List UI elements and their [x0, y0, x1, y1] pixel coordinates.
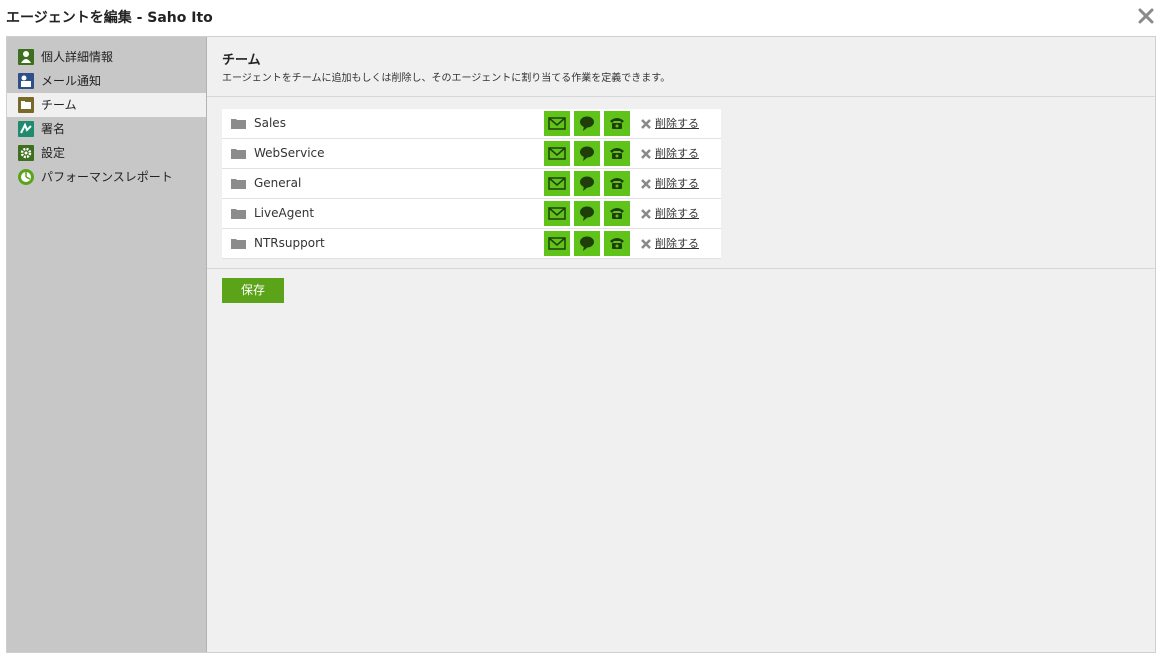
sidebar-item-team[interactable]: チーム	[7, 93, 206, 117]
chat-icon	[580, 116, 594, 131]
chat-channel-button[interactable]	[574, 231, 600, 256]
phone-icon	[610, 148, 624, 159]
phone-icon	[610, 208, 624, 219]
team-row: Sales 削除する	[222, 109, 721, 139]
email-icon	[548, 117, 566, 130]
performance-icon	[18, 169, 34, 185]
team-name: WebService	[254, 146, 325, 160]
phone-channel-button[interactable]	[604, 201, 630, 226]
phone-channel-button[interactable]	[604, 111, 630, 136]
gear-icon	[18, 145, 34, 161]
folder-icon	[231, 179, 246, 189]
phone-icon	[610, 238, 624, 249]
chat-icon	[580, 206, 594, 221]
delete-x-icon	[641, 209, 651, 219]
title-bar: エージェントを編集 - Saho Ito	[0, 0, 1161, 36]
sidebar-item-performance-report[interactable]: パフォーマンスレポート	[7, 165, 206, 189]
window-title: エージェントを編集 - Saho Ito	[6, 10, 213, 26]
chat-channel-button[interactable]	[574, 141, 600, 166]
email-channel-button[interactable]	[544, 201, 570, 226]
sidebar-nav: 個人詳細情報 メール通知 チーム 署名 設定 パフォーマンスレポート	[7, 37, 206, 189]
team-row: NTRsupport 削除する	[222, 229, 721, 259]
divider	[207, 268, 1155, 269]
email-icon	[548, 177, 566, 190]
team-folder-icon	[18, 97, 34, 113]
remove-team-link[interactable]: 削除する	[655, 109, 699, 138]
sidebar-item-label: チーム	[41, 98, 77, 112]
save-button[interactable]: 保存	[222, 278, 284, 303]
team-row: General 削除する	[222, 169, 721, 199]
delete-x-icon	[641, 119, 651, 129]
chat-icon	[580, 236, 594, 251]
remove-team-link[interactable]: 削除する	[655, 199, 699, 228]
phone-icon	[610, 178, 624, 189]
folder-icon	[231, 209, 246, 219]
email-icon	[548, 237, 566, 250]
phone-channel-button[interactable]	[604, 231, 630, 256]
section-description: エージェントをチームに追加もしくは削除し、そのエージェントに割り当てる作業を定義…	[222, 73, 671, 84]
email-channel-button[interactable]	[544, 141, 570, 166]
signature-icon	[18, 121, 34, 137]
sidebar-item-label: 署名	[41, 122, 66, 136]
phone-icon	[610, 118, 624, 129]
chat-icon	[580, 146, 594, 161]
team-name: Sales	[254, 116, 286, 130]
chat-channel-button[interactable]	[574, 111, 600, 136]
mail-notify-icon	[18, 73, 34, 89]
delete-x-icon	[641, 239, 651, 249]
phone-channel-button[interactable]	[604, 171, 630, 196]
phone-channel-button[interactable]	[604, 141, 630, 166]
email-icon	[548, 147, 566, 160]
sidebar-item-personal-details[interactable]: 個人詳細情報	[7, 45, 206, 69]
delete-x-icon	[641, 179, 651, 189]
team-list: Sales 削除する WebService 削除する General 削除する …	[222, 109, 721, 259]
section-title: チーム	[222, 53, 261, 68]
delete-x-icon	[641, 149, 651, 159]
close-icon[interactable]	[1137, 7, 1155, 25]
sidebar-item-label: 設定	[41, 146, 66, 160]
sidebar-item-label: パフォーマンスレポート	[41, 170, 173, 184]
remove-team-link[interactable]: 削除する	[655, 169, 699, 198]
remove-team-link[interactable]: 削除する	[655, 229, 699, 258]
sidebar: 個人詳細情報 メール通知 チーム 署名 設定 パフォーマンスレポート	[7, 37, 207, 652]
main-content: チーム エージェントをチームに追加もしくは削除し、そのエージェントに割り当てる作…	[207, 37, 1155, 652]
team-name: NTRsupport	[254, 236, 325, 250]
email-channel-button[interactable]	[544, 111, 570, 136]
section-header: チーム エージェントをチームに追加もしくは削除し、そのエージェントに割り当てる作…	[207, 37, 1155, 97]
email-channel-button[interactable]	[544, 231, 570, 256]
folder-icon	[231, 239, 246, 249]
sidebar-item-settings[interactable]: 設定	[7, 141, 206, 165]
chat-channel-button[interactable]	[574, 171, 600, 196]
remove-team-link[interactable]: 削除する	[655, 139, 699, 168]
team-name: General	[254, 176, 302, 190]
team-name: LiveAgent	[254, 206, 315, 220]
chat-channel-button[interactable]	[574, 201, 600, 226]
sidebar-item-label: メール通知	[41, 74, 102, 88]
sidebar-item-mail-notify[interactable]: メール通知	[7, 69, 206, 93]
team-row: LiveAgent 削除する	[222, 199, 721, 229]
sidebar-item-label: 個人詳細情報	[41, 50, 114, 64]
folder-icon	[231, 119, 246, 129]
dialog-frame: 個人詳細情報 メール通知 チーム 署名 設定 パフォーマンスレポート チーム エ…	[6, 36, 1156, 653]
folder-icon	[231, 149, 246, 159]
email-icon	[548, 207, 566, 220]
sidebar-item-signature[interactable]: 署名	[7, 117, 206, 141]
email-channel-button[interactable]	[544, 171, 570, 196]
chat-icon	[580, 176, 594, 191]
team-row: WebService 削除する	[222, 139, 721, 169]
person-icon	[18, 49, 34, 65]
